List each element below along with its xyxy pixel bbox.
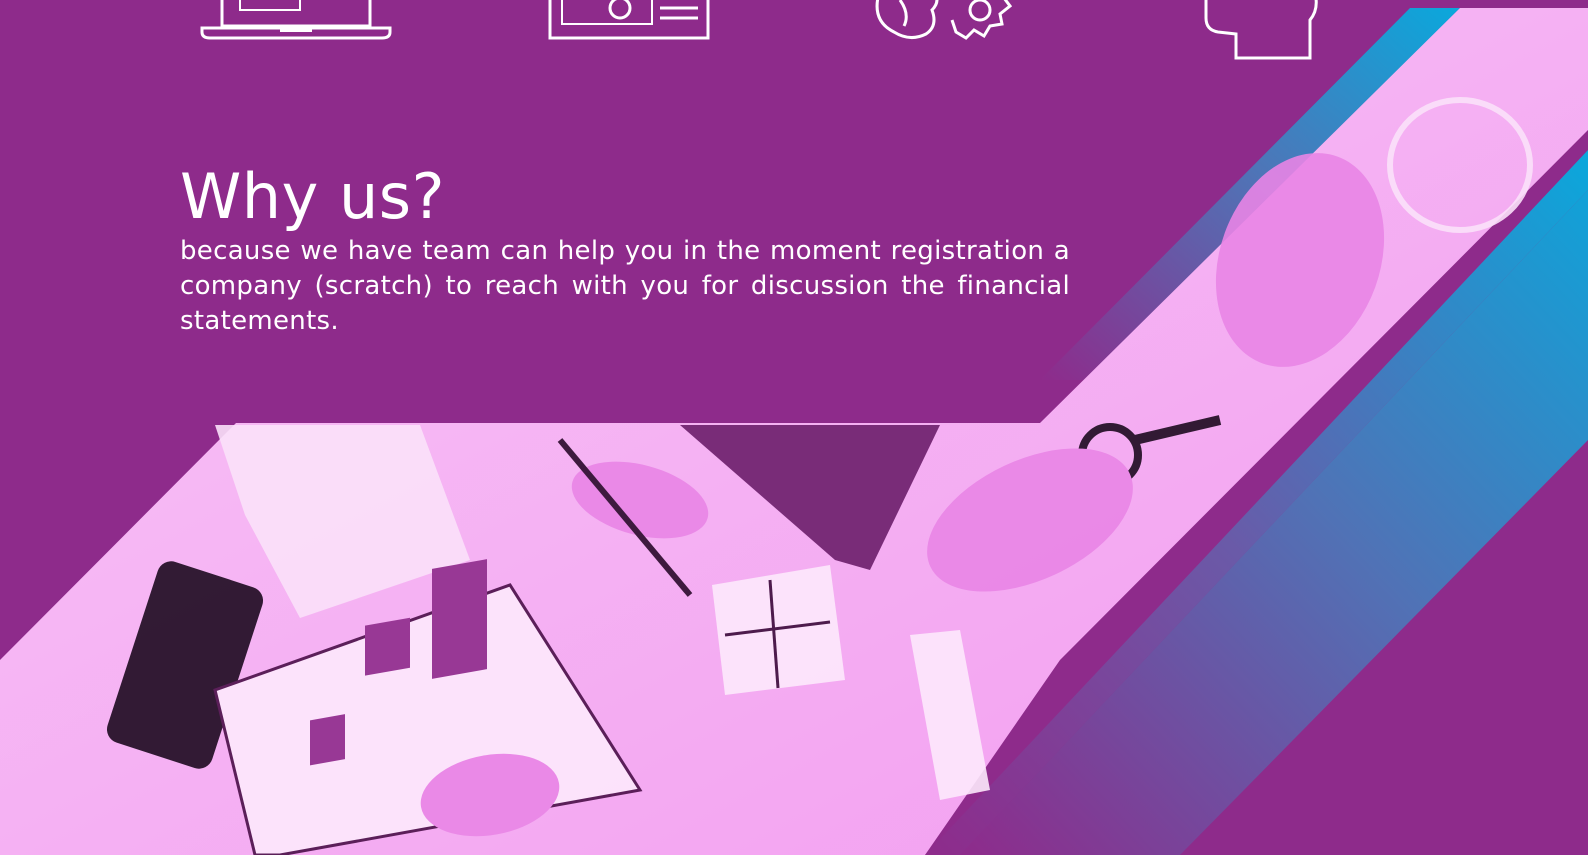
background-graphics [0, 8, 1588, 855]
section-title: Why us? [180, 160, 446, 233]
head-profile-icon [1204, 0, 1318, 60]
why-us-section: Why us? because we have team can help yo… [180, 160, 1070, 339]
report-bar-3 [310, 714, 345, 766]
icons-row [0, 0, 1588, 70]
laptop-icon [200, 0, 392, 40]
report-bar-1 [365, 617, 410, 676]
settings-dashboard-icon [548, 0, 710, 40]
report-bar-2 [432, 559, 487, 679]
brain-gear-icon [875, 0, 1012, 40]
section-description: because we have team can help you in the… [180, 236, 1070, 336]
why-us-page: Why us? because we have team can help yo… [0, 0, 1588, 855]
